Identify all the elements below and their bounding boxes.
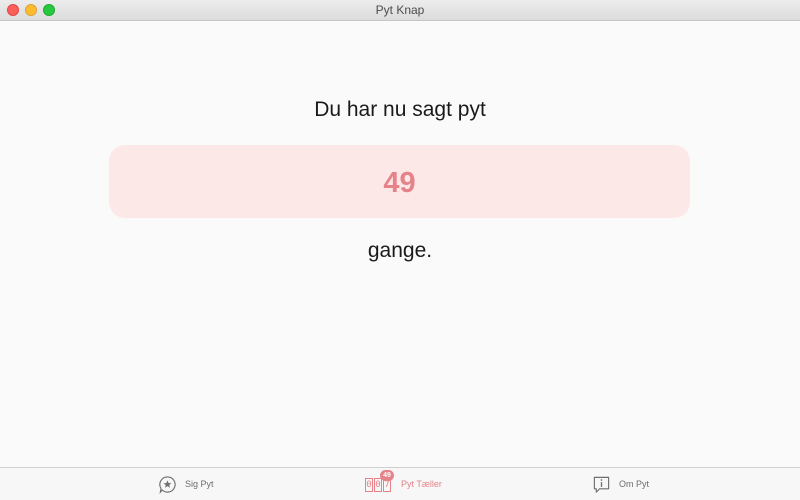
app-window: Pyt Knap Du har nu sagt pyt 49 gange. Si… (0, 0, 800, 500)
tab-om-pyt-label: Om Pyt (619, 479, 650, 489)
tab-om-pyt[interactable]: Om Pyt (592, 468, 649, 500)
pyt-count-panel: 49 (109, 145, 690, 218)
tab-sig-pyt-label: Sig Pyt (185, 479, 214, 489)
tab-pyt-taeller-label: Pyt Tæller (401, 479, 442, 489)
pyt-count-value: 49 (383, 167, 416, 199)
tab-bar: Sig Pyt 0 0 7 49 Pyt Tæller Om Pyt (0, 467, 800, 500)
counter-digit: 0 (374, 478, 382, 492)
count-badge: 49 (380, 470, 394, 481)
counter-digit: 0 (365, 478, 373, 492)
counter-icon: 0 0 7 49 (365, 470, 394, 495)
star-bubble-icon (159, 475, 176, 494)
tab-sig-pyt[interactable]: Sig Pyt (158, 468, 214, 500)
window-title: Pyt Knap (375, 3, 425, 17)
title-bar[interactable]: Pyt Knap (0, 0, 800, 21)
tab-pyt-taeller[interactable]: 0 0 7 49 Pyt Tæller (365, 468, 442, 500)
info-bubble-icon (593, 476, 610, 493)
headline-text: Du har nu sagt pyt (314, 98, 486, 121)
count-suffix-text: gange. (367, 239, 433, 262)
